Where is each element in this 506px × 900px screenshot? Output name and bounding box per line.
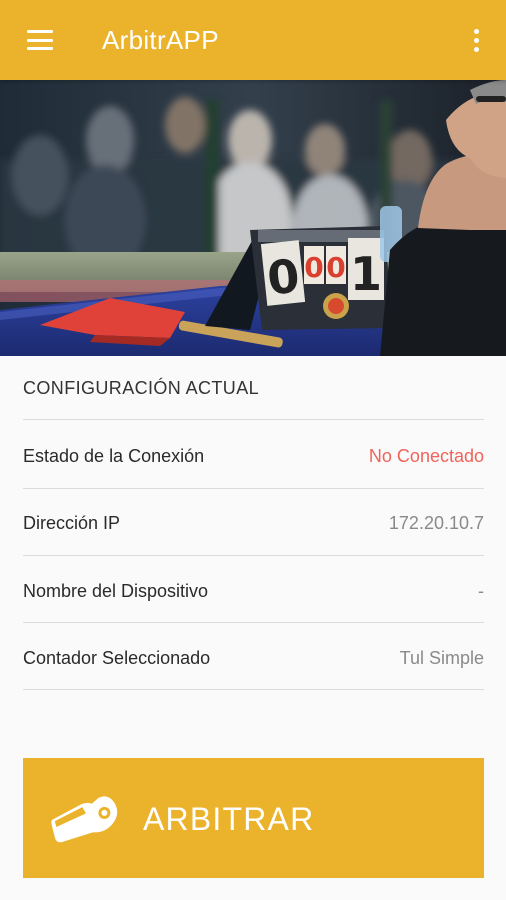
hero-image: 0 0 0 1 [0, 80, 506, 356]
arbitrar-button[interactable]: ARBITRAR [23, 758, 484, 878]
divider [23, 555, 484, 556]
device-name-value: - [478, 581, 484, 601]
scoreboard-digit: 0 [265, 248, 302, 305]
row-label: Contador Seleccionado [23, 648, 211, 668]
whistle-icon [51, 796, 118, 843]
ip-address-row: Dirección IP 172.20.10.7 [23, 491, 484, 558]
app-title: ArbitrAPP [102, 25, 219, 55]
connection-status-row: Estado de la Conexión No Conectado [23, 424, 484, 491]
divider [23, 488, 484, 489]
row-label: Dirección IP [23, 513, 121, 533]
overflow-menu-button[interactable] [456, 20, 496, 60]
scoreboard-digit: 0 [326, 251, 345, 284]
connection-status-value: No Conectado [368, 446, 484, 466]
ip-address-value: 172.20.10.7 [388, 513, 484, 533]
menu-button[interactable] [14, 16, 66, 64]
arbitrar-button-label: ARBITRAR [143, 801, 315, 837]
selected-counter-value: Tul Simple [399, 648, 484, 668]
divider [23, 419, 484, 420]
row-label: Nombre del Dispositivo [23, 581, 209, 601]
app-bar: ArbitrAPP [0, 0, 506, 80]
device-name-row: Nombre del Dispositivo - [23, 559, 484, 626]
section-title: CONFIGURACIÓN ACTUAL [23, 378, 260, 398]
scoreboard-digit: 0 [304, 251, 323, 284]
divider [23, 689, 484, 690]
row-label: Estado de la Conexión [23, 446, 205, 466]
more-vertical-icon [473, 28, 479, 34]
selected-counter-row: Contador Seleccionado Tul Simple [23, 626, 484, 693]
divider [23, 622, 484, 623]
hamburger-menu-icon [27, 30, 53, 50]
scoreboard-digit: 1 [350, 247, 382, 301]
